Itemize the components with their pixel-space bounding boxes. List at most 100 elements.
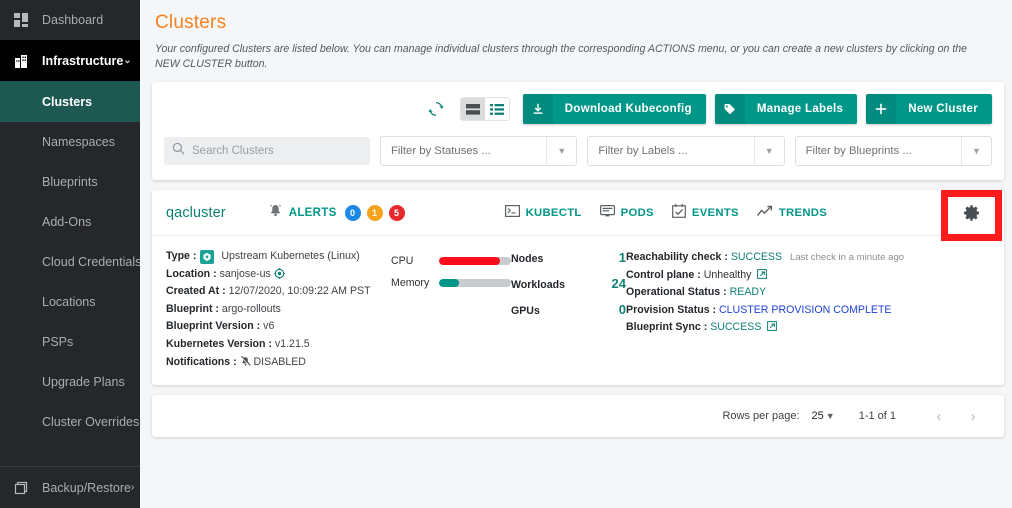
page-title: Clusters [155, 12, 227, 33]
detail-created-at: Created At : 12/07/2020, 10:09:22 AM PST [166, 283, 391, 301]
pods-action[interactable]: PODS [599, 205, 654, 220]
terminal-icon [504, 205, 520, 220]
alerts-group[interactable]: ALERTS 0 1 5 [268, 203, 405, 223]
chevron-down-icon[interactable]: ▼ [546, 137, 576, 165]
sidebar: Dashboard Infrastructure ⌄ Clusters Name… [0, 0, 141, 508]
kubectl-label: KUBECTL [525, 206, 582, 219]
sidebar-item-backup-restore[interactable]: Backup/Restore › [0, 466, 140, 508]
chevron-right-icon[interactable]: › [956, 408, 990, 425]
filter-by-statuses-select[interactable]: Filter by Statuses ... ▼ [380, 136, 578, 166]
label-tag-icon [714, 94, 745, 124]
chevron-left-icon[interactable]: ‹ [922, 408, 956, 425]
sidebar-item-upgrade-plans[interactable]: Upgrade Plans [0, 362, 140, 402]
sidebar-item-cluster-overrides[interactable]: Cluster Overrides [0, 402, 140, 442]
sidebar-item-locations[interactable]: Locations [0, 282, 140, 322]
status-blueprint-sync-value: SUCCESS [710, 321, 762, 334]
sidebar-item-psps[interactable]: PSPs [0, 322, 140, 362]
cluster-settings-button[interactable] [948, 197, 995, 234]
app-root: Dashboard Infrastructure ⌄ Clusters Name… [0, 0, 1012, 508]
main-content: Clusters Your configured Clusters are li… [140, 0, 1012, 508]
sidebar-item-cloud-credentials[interactable]: Cloud Credentials [0, 242, 141, 282]
refresh-icon[interactable] [425, 98, 447, 120]
cluster-meters-column: CPU Memory [391, 248, 511, 371]
external-link-icon[interactable] [767, 321, 778, 333]
plus-icon [866, 94, 897, 124]
count-nodes-value: 1 [618, 250, 626, 265]
alerts-badge-warning[interactable]: 1 [366, 204, 383, 221]
detail-blueprint-version-value: v6 [263, 320, 275, 333]
bell-alert-icon [268, 203, 283, 223]
chevron-down-icon[interactable]: ▼ [753, 137, 784, 165]
filters-row: Filter by Statuses ... ▼ Filter by Label… [164, 136, 992, 166]
meter-cpu-bar [439, 257, 511, 265]
sidebar-item-label: Locations [42, 295, 96, 309]
dashboard-icon [13, 12, 29, 28]
alerts-badge-critical[interactable]: 5 [388, 204, 405, 221]
download-kubeconfig-button[interactable]: Download Kubeconfig [522, 94, 706, 124]
cluster-header-actions: KUBECTL PODS EVENTS TRENDS [504, 204, 828, 221]
cluster-card: qacluster ALERTS 0 1 5 KUBECTL PODS EVEN… [152, 190, 1004, 386]
chevron-right-icon[interactable]: › [131, 482, 134, 493]
sidebar-item-namespaces[interactable]: Namespaces [0, 122, 140, 162]
sidebar-item-label: Add-Ons [42, 215, 92, 229]
search-clusters-box[interactable] [164, 137, 370, 165]
sidebar-item-blueprints[interactable]: Blueprints [0, 162, 140, 202]
detail-type-value: Upstream Kubernetes (Linux) [221, 250, 360, 262]
chevron-down-icon[interactable]: ▼ [960, 137, 991, 165]
pods-label: PODS [620, 206, 654, 219]
status-reachability-value: SUCCESS [730, 251, 783, 263]
sidebar-item-clusters[interactable]: Clusters [0, 81, 140, 122]
sidebar-item-dashboard[interactable]: Dashboard [0, 0, 140, 40]
detail-notifications: Notifications : DISABLED [166, 354, 391, 372]
card-view-icon[interactable] [460, 98, 485, 120]
status-blueprint-sync-key: Blueprint Sync : [626, 321, 708, 334]
infrastructure-icon [13, 53, 29, 69]
search-input[interactable] [192, 145, 362, 157]
detail-kubernetes-version-value: v1.21.5 [274, 337, 310, 350]
filter-labels-label: Filter by Labels ... [598, 145, 688, 157]
status-reachability-note: Last check in a minute ago [790, 252, 905, 263]
list-view-icon[interactable] [484, 98, 509, 120]
status-provision-key: Provision Status : [626, 303, 717, 316]
new-cluster-button[interactable]: New Cluster [866, 94, 992, 124]
alerts-badge-info[interactable]: 0 [344, 204, 361, 221]
detail-type: Type : Upstream Kubernetes (Linux) [166, 248, 391, 266]
gear-icon [963, 204, 981, 227]
meter-memory-bar [439, 279, 511, 287]
sidebar-item-infrastructure[interactable]: Infrastructure ⌄ [0, 40, 140, 81]
filter-blueprints-label: Filter by Blueprints ... [805, 145, 912, 157]
sidebar-item-label: Upgrade Plans [42, 375, 125, 389]
trends-action[interactable]: TRENDS [756, 205, 827, 220]
detail-blueprint-version: Blueprint Version : v6 [166, 318, 391, 336]
toolbar: Download Kubeconfig Manage Labels New Cl… [164, 92, 992, 126]
count-nodes: Nodes 1 [511, 250, 626, 276]
filter-by-labels-select[interactable]: Filter by Labels ... ▼ [587, 136, 785, 166]
detail-created-at-value: 12/07/2020, 10:09:22 AM PST [228, 285, 371, 298]
page-description: Your configured Clusters are listed belo… [155, 43, 968, 70]
manage-labels-button[interactable]: Manage Labels [714, 94, 858, 124]
kubectl-action[interactable]: KUBECTL [504, 205, 582, 220]
events-action[interactable]: EVENTS [671, 204, 739, 221]
cluster-name[interactable]: qacluster [166, 205, 226, 221]
backup-restore-icon [13, 480, 29, 496]
chevron-down-icon[interactable]: ▼ [826, 411, 835, 421]
external-link-icon[interactable] [757, 268, 768, 281]
events-label: EVENTS [691, 206, 739, 219]
chevron-down-icon[interactable]: ⌄ [123, 55, 131, 66]
detail-notifications-value: DISABLED [253, 355, 306, 368]
count-workloads-label: Workloads [511, 279, 565, 291]
detail-blueprint: Blueprint : argo-rollouts [166, 301, 391, 319]
detail-location: Location : sanjose-us [166, 266, 391, 284]
status-control-plane: Control plane : Unhealthy [626, 267, 992, 285]
rows-per-page-value[interactable]: 25 [812, 410, 824, 422]
filter-by-blueprints-select[interactable]: Filter by Blueprints ... ▼ [794, 136, 992, 166]
detail-blueprint-key: Blueprint : [166, 302, 219, 315]
meter-memory-label: Memory [391, 277, 430, 289]
meter-cpu: CPU [391, 250, 511, 272]
download-kubeconfig-label: Download Kubeconfig [564, 103, 692, 115]
sidebar-item-add-ons[interactable]: Add-Ons [0, 202, 140, 242]
status-provision-value[interactable]: CLUSTER PROVISION COMPLETE [719, 304, 891, 316]
sidebar-item-label: Namespaces [42, 135, 115, 149]
view-toggle-group [459, 97, 510, 121]
detail-blueprint-version-key: Blueprint Version : [166, 320, 261, 333]
